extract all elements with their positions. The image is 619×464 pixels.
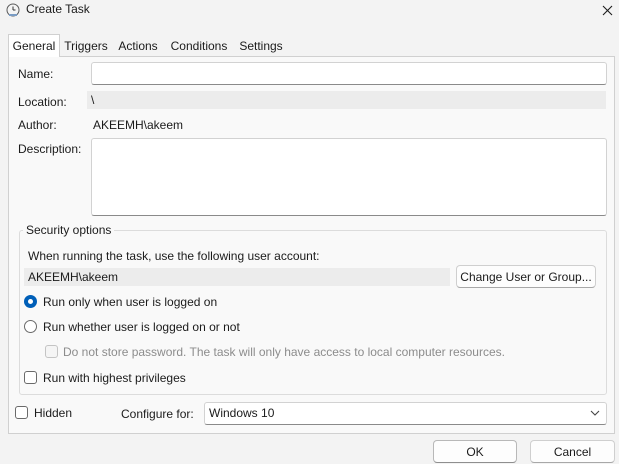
- task-scheduler-clock-icon: [6, 3, 20, 17]
- configure-for-value: Windows 10: [209, 406, 275, 420]
- tab-settings[interactable]: Settings: [235, 36, 287, 56]
- window-title: Create Task: [26, 2, 90, 16]
- radio-run-whether-logged-on-label[interactable]: Run whether user is logged on or not: [43, 320, 240, 334]
- run-highest-privileges-label[interactable]: Run with highest privileges: [43, 371, 186, 385]
- close-icon: [602, 5, 613, 15]
- radio-run-whether-logged-on[interactable]: [24, 320, 37, 333]
- tab-actions[interactable]: Actions: [113, 36, 163, 56]
- configure-for-select[interactable]: Windows 10: [204, 402, 607, 425]
- author-value: AKEEMH\akeem: [93, 118, 184, 132]
- name-label: Name:: [18, 67, 54, 81]
- name-input[interactable]: [91, 62, 607, 85]
- configure-for-label: Configure for:: [121, 407, 194, 421]
- author-label: Author:: [18, 118, 57, 132]
- close-button[interactable]: [596, 0, 619, 20]
- change-user-or-group-button[interactable]: Change User or Group...: [456, 265, 596, 288]
- tab-general[interactable]: General: [8, 34, 60, 57]
- description-label: Description:: [18, 142, 82, 156]
- cancel-button[interactable]: Cancel: [530, 440, 615, 463]
- title-bar: Create Task: [0, 0, 619, 20]
- chevron-down-icon: [590, 410, 600, 416]
- hidden-checkbox[interactable]: [15, 406, 28, 419]
- location-label: Location:: [18, 95, 67, 109]
- security-options-title: Security options: [23, 223, 115, 237]
- radio-run-only-logged-on[interactable]: [24, 295, 37, 308]
- location-value: \: [87, 91, 606, 109]
- run-highest-privileges-checkbox[interactable]: [24, 371, 37, 384]
- do-not-store-password-label: Do not store password. The task will onl…: [63, 345, 505, 359]
- radio-run-only-logged-on-label[interactable]: Run only when user is logged on: [43, 295, 217, 309]
- do-not-store-password-checkbox: [45, 345, 58, 358]
- hidden-label[interactable]: Hidden: [34, 406, 72, 420]
- tab-conditions[interactable]: Conditions: [165, 36, 233, 56]
- user-account-value: AKEEMH\akeem: [24, 268, 450, 286]
- account-prompt: When running the task, use the following…: [28, 249, 320, 263]
- tab-triggers[interactable]: Triggers: [61, 36, 111, 56]
- ok-button[interactable]: OK: [433, 440, 517, 463]
- description-input[interactable]: [91, 138, 607, 216]
